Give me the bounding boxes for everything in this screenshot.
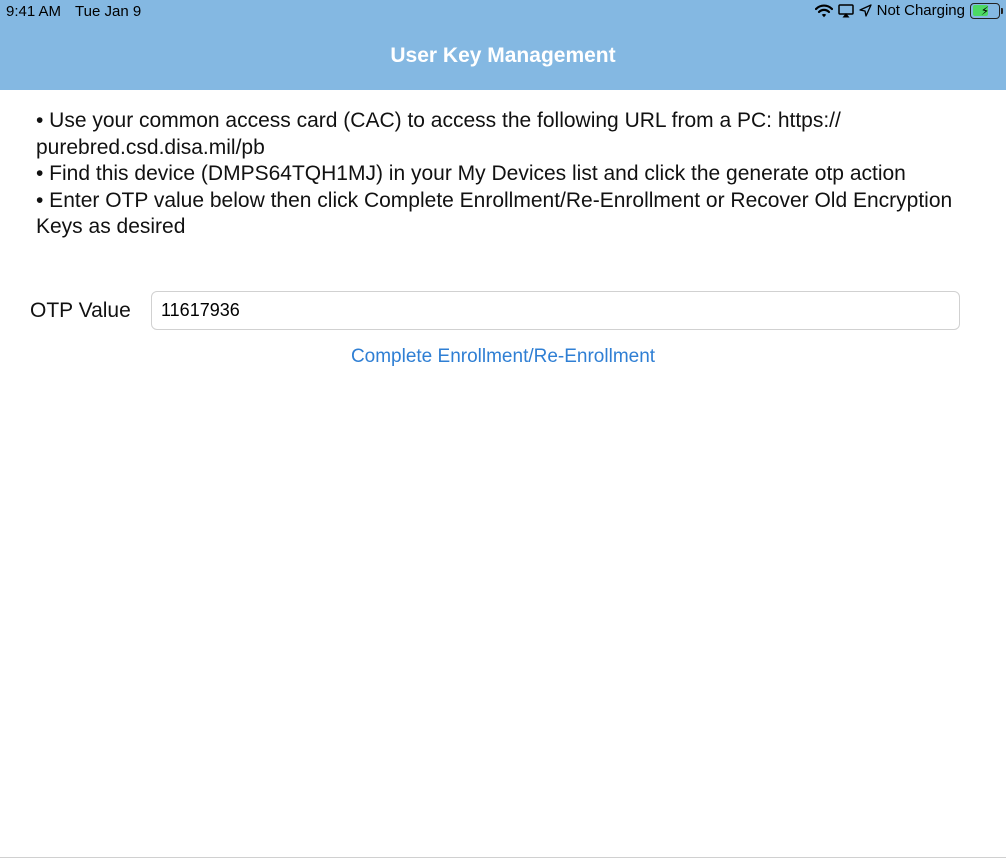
instruction-line-3: • Enter OTP value below then click Compl… [36,188,953,239]
instruction-line-1: • Use your common access card (CAC) to a… [36,109,841,159]
status-time: 9:41 AM [6,3,62,20]
page-title: User Key Management [390,44,616,67]
complete-enrollment-button[interactable]: Complete Enrollment/Re-Enrollment [0,346,1006,368]
status-date: Tue Jan 9 [75,3,142,20]
location-icon [858,4,872,17]
complete-enrollment-label[interactable]: Complete Enrollment/Re-Enrollment [351,346,655,367]
instruction-line-2: • Find this device (DMPS64TQH1MJ) in you… [36,162,906,185]
otp-row: OTP Value [30,291,960,330]
otp-label: OTP Value [30,298,131,322]
bottom-divider [0,857,1006,858]
airplay-icon [837,3,854,18]
otp-input[interactable] [151,291,960,330]
charging-bolt-icon: ⚡ [980,3,990,18]
charging-status-text: Not Charging [876,2,965,19]
battery-nub [1001,7,1003,14]
navigation-bar: 9:41 AM Tue Jan 9 Not Charging ⚡ User Ke… [0,0,1006,90]
wifi-icon [814,4,833,18]
status-bar-left: 9:41 AM Tue Jan 9 [6,3,141,20]
instructions: • Use your common access card (CAC) to a… [36,108,996,241]
battery-icon: ⚡ [970,2,1003,19]
status-bar-right: Not Charging ⚡ [814,2,1003,19]
